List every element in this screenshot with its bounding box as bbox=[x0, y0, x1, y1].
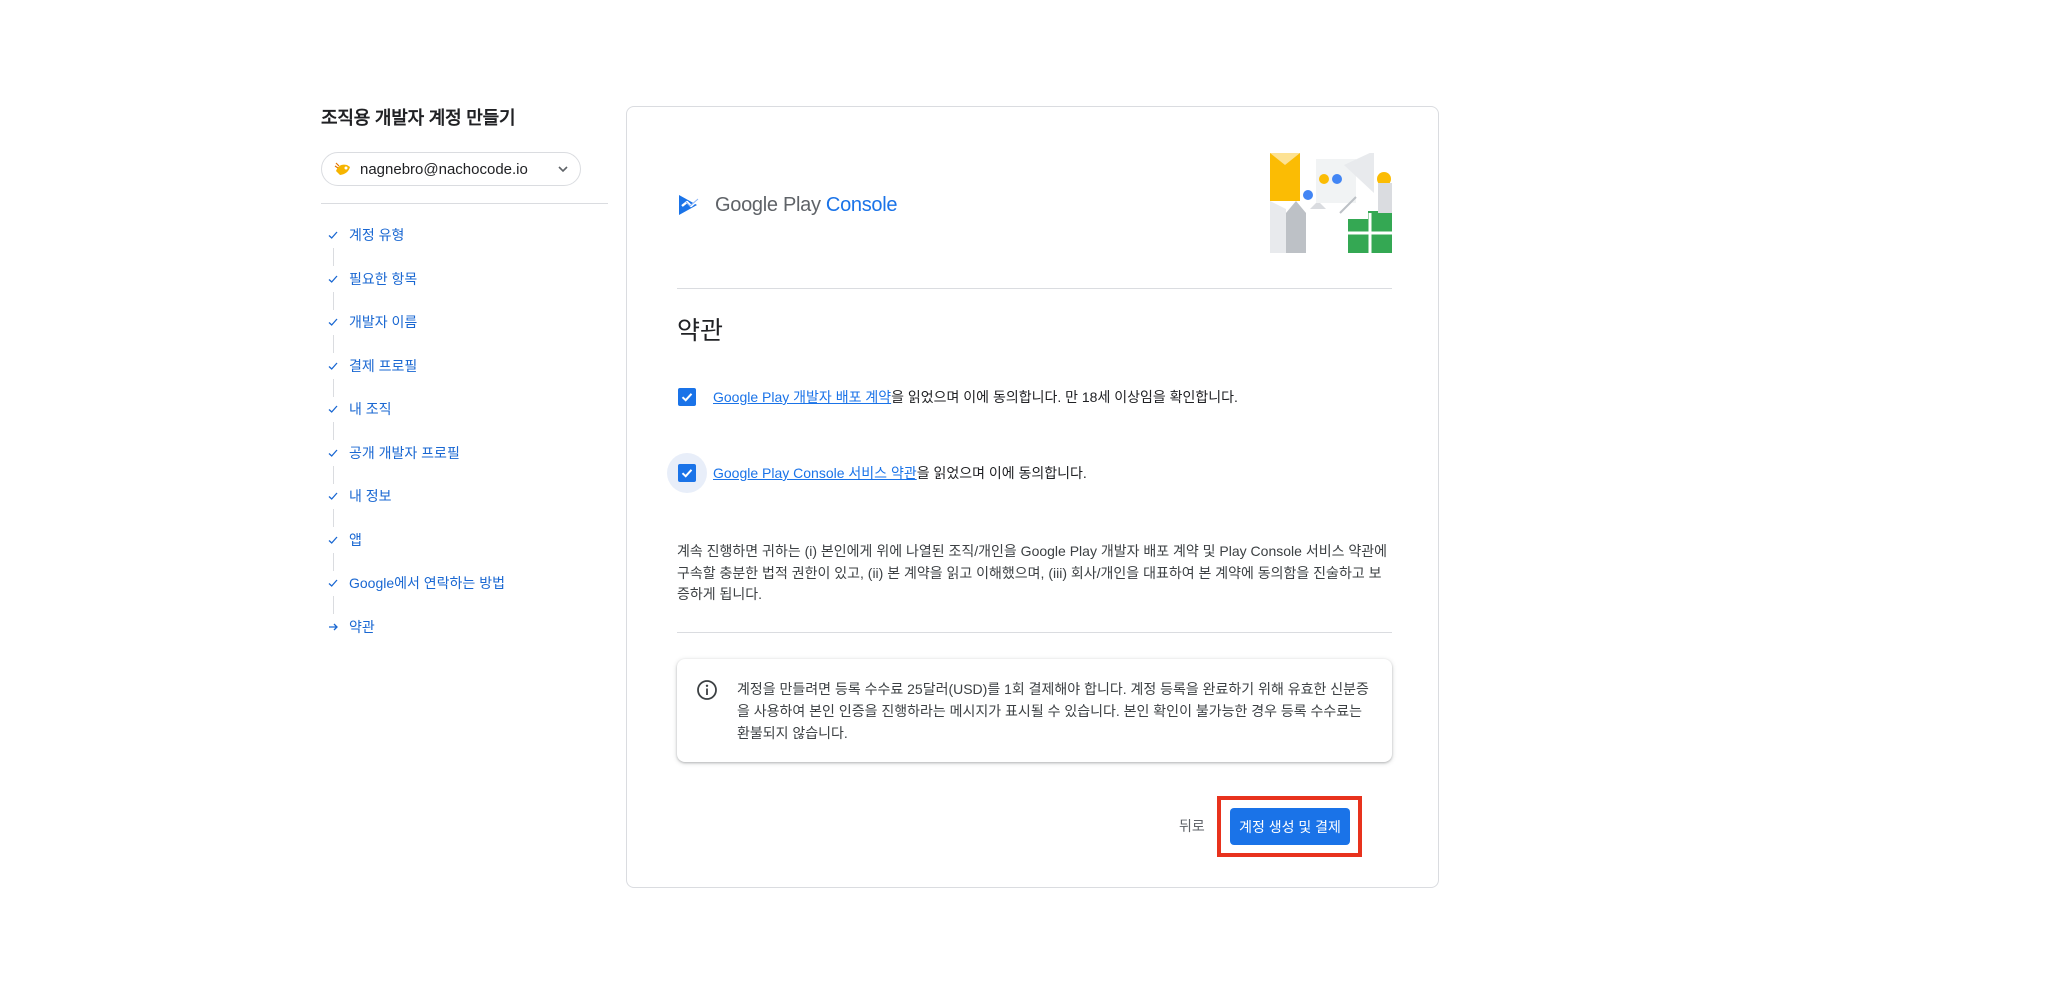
step-developer-name[interactable]: 개발자 이름 bbox=[321, 313, 608, 357]
logo-text: Google Play Console bbox=[715, 193, 898, 217]
step-connector bbox=[333, 378, 334, 397]
avatar bbox=[331, 157, 355, 181]
step-connector bbox=[333, 291, 334, 310]
check-icon bbox=[321, 400, 349, 418]
check-icon bbox=[321, 313, 349, 331]
step-label: 내 정보 bbox=[349, 488, 392, 504]
step-label: 개발자 이름 bbox=[349, 314, 418, 330]
step-payment-profile[interactable]: 결제 프로필 bbox=[321, 357, 608, 401]
console-terms-checkbox[interactable] bbox=[678, 464, 696, 482]
agreement-text: Google Play 개발자 배포 계약을 읽었으며 이에 동의합니다. 만 … bbox=[713, 387, 1238, 407]
distribution-agreement-checkbox[interactable] bbox=[678, 388, 696, 406]
play-console-logo-icon bbox=[679, 195, 700, 215]
step-account-type[interactable]: 계정 유형 bbox=[321, 226, 608, 270]
agreement-row-console-terms: Google Play Console 서비스 약관을 읽었으며 이에 동의합니… bbox=[667, 453, 1087, 493]
step-connector bbox=[333, 465, 334, 484]
create-account-and-pay-button[interactable]: 계정 생성 및 결제 bbox=[1230, 808, 1350, 845]
step-connector bbox=[333, 335, 334, 353]
sidebar-divider bbox=[321, 203, 608, 204]
step-label: Google에서 연락하는 방법 bbox=[349, 575, 505, 591]
step-apps[interactable]: 앱 bbox=[321, 531, 608, 575]
step-connector bbox=[333, 596, 334, 614]
step-contact-method[interactable]: Google에서 연락하는 방법 bbox=[321, 574, 608, 618]
fee-notice-text: 계정을 만들려면 등록 수수료 25달러(USD)를 1회 결제해야 합니다. … bbox=[737, 681, 1369, 741]
card-header: Google Play Console bbox=[677, 153, 1392, 255]
check-icon bbox=[321, 444, 349, 462]
sidebar: 조직용 개발자 계정 만들기 nagnebro@nachocode.io 계정 … bbox=[321, 104, 608, 661]
header-illustration bbox=[1270, 153, 1392, 253]
agreement-text: Google Play Console 서비스 약관을 읽었으며 이에 동의합니… bbox=[713, 463, 1087, 483]
check-icon bbox=[321, 487, 349, 505]
header-divider bbox=[677, 288, 1392, 289]
agreement-suffix: 을 읽었으며 이에 동의합니다. bbox=[916, 465, 1087, 481]
chevron-down-icon bbox=[556, 162, 570, 176]
checkbox-hit-area[interactable] bbox=[667, 377, 707, 417]
step-connector bbox=[333, 552, 334, 571]
check-icon bbox=[321, 226, 349, 244]
check-icon bbox=[321, 357, 349, 375]
step-my-info[interactable]: 내 정보 bbox=[321, 487, 608, 531]
checkbox-hit-area[interactable] bbox=[667, 453, 707, 493]
step-label: 약관 bbox=[349, 618, 375, 635]
step-requirements[interactable]: 필요한 항목 bbox=[321, 270, 608, 314]
checkmark-icon bbox=[681, 393, 693, 402]
step-connector bbox=[333, 509, 334, 527]
logo-brand: Google Play bbox=[715, 193, 821, 216]
info-icon bbox=[697, 680, 717, 700]
step-label: 결제 프로필 bbox=[349, 357, 418, 374]
card-actions: 뒤로 계정 생성 및 결제 bbox=[625, 795, 1438, 857]
step-connector bbox=[333, 422, 334, 440]
play-console-logo: Google Play Console bbox=[677, 191, 898, 219]
terms-card: Google Play Console 약관 Google Play 개발자 배… bbox=[626, 106, 1439, 888]
step-label: 필요한 항목 bbox=[349, 270, 418, 287]
terms-description: 계속 진행하면 귀하는 (i) 본인에게 위에 나열된 조직/개인을 Googl… bbox=[677, 543, 1387, 602]
check-icon bbox=[321, 574, 349, 592]
step-list: 계정 유형 필요한 항목 개발자 이름 결제 프로필 내 조직 공개 개발자 프… bbox=[321, 226, 608, 661]
step-label: 내 조직 bbox=[349, 401, 392, 417]
step-label: 계정 유형 bbox=[349, 227, 405, 243]
console-terms-link[interactable]: Google Play Console 서비스 약관 bbox=[713, 465, 917, 481]
logo-product: Console bbox=[825, 193, 898, 216]
arrow-right-icon bbox=[321, 618, 349, 636]
step-public-profile[interactable]: 공개 개발자 프로필 bbox=[321, 444, 608, 488]
fee-notice: 계정을 만들려면 등록 수수료 25달러(USD)를 1회 결제해야 합니다. … bbox=[677, 659, 1392, 762]
check-icon bbox=[321, 270, 349, 288]
account-email: nagnebro@nachocode.io bbox=[360, 160, 528, 178]
account-switcher[interactable]: nagnebro@nachocode.io bbox=[321, 152, 581, 186]
step-label: 공개 개발자 프로필 bbox=[349, 444, 460, 461]
checkmark-icon bbox=[681, 469, 693, 478]
back-button[interactable]: 뒤로 bbox=[1173, 812, 1211, 840]
step-label: 앱 bbox=[349, 531, 362, 548]
agreement-suffix: 을 읽었으며 이에 동의합니다. 만 18세 이상임을 확인합니다. bbox=[891, 389, 1238, 405]
step-terms[interactable]: 약관 bbox=[321, 618, 608, 662]
step-my-organization[interactable]: 내 조직 bbox=[321, 400, 608, 444]
check-icon bbox=[321, 531, 349, 549]
step-connector bbox=[333, 248, 334, 266]
agreement-row-distribution: Google Play 개발자 배포 계약을 읽었으며 이에 동의합니다. 만 … bbox=[677, 377, 1238, 417]
terms-divider bbox=[677, 632, 1392, 633]
section-title: 약관 bbox=[677, 317, 724, 345]
page-title: 조직용 개발자 계정 만들기 bbox=[321, 108, 516, 128]
distribution-agreement-link[interactable]: Google Play 개발자 배포 계약 bbox=[713, 389, 891, 405]
